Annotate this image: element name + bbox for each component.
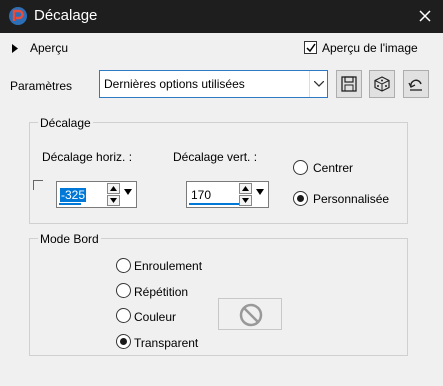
save-icon [341, 76, 357, 92]
horiz-offset-decrease-button[interactable] [107, 195, 120, 206]
custom-radio[interactable] [293, 191, 308, 206]
preview-toggle-label: Aperçu [30, 41, 69, 55]
vert-offset-spin-buttons [238, 182, 268, 207]
horiz-offset-underline [59, 203, 81, 205]
small-checkbox[interactable] [33, 180, 43, 190]
center-radio[interactable] [293, 160, 308, 175]
checkmark-icon [306, 43, 316, 53]
horiz-offset-value[interactable]: -325 [60, 188, 87, 202]
vert-offset-decrease-button[interactable] [239, 195, 252, 206]
radio-repetition[interactable] [116, 283, 131, 298]
arrow-down-icon [110, 198, 117, 203]
close-button[interactable] [407, 0, 443, 33]
radio-transparent-dot [120, 338, 127, 345]
arrow-up-icon [242, 186, 249, 191]
horiz-offset-spinner[interactable]: -325 [56, 181, 137, 208]
vert-offset-spinner[interactable]: 170 [186, 181, 269, 208]
arrow-up-icon [110, 186, 117, 191]
arrow-down-icon [124, 189, 132, 195]
close-icon [419, 10, 431, 22]
triangle-right-icon [12, 44, 18, 53]
save-preset-button[interactable] [336, 70, 362, 98]
vert-offset-value[interactable]: 170 [190, 188, 212, 202]
custom-radio-label: Personnalisée [313, 192, 390, 206]
no-sign-icon [239, 303, 263, 327]
arrow-down-icon [242, 198, 249, 203]
horiz-offset-spin-buttons [106, 182, 136, 207]
color-swatch-disabled[interactable] [218, 298, 282, 330]
window-title: Décalage [34, 7, 98, 24]
radio-enroulement[interactable] [116, 258, 131, 273]
center-radio-label: Centrer [313, 161, 354, 175]
radio-couleur[interactable] [116, 308, 131, 323]
params-label: Paramètres [10, 79, 73, 93]
preset-dropdown[interactable]: Dernières options utilisées [99, 70, 328, 98]
vert-offset-underline [189, 203, 239, 205]
preset-value: Dernières options utilisées [104, 77, 245, 91]
reset-preset-button[interactable] [403, 70, 429, 98]
image-preview-checkbox[interactable] [304, 41, 317, 54]
radio-transparent[interactable] [116, 334, 131, 349]
radio-repetition-label: Répétition [134, 285, 189, 299]
edge-mode-group-title: Mode Bord [38, 232, 101, 246]
vert-offset-increase-button[interactable] [239, 183, 252, 194]
reset-icon [408, 79, 422, 91]
dice-icon [374, 76, 390, 92]
chevron-down-icon [314, 81, 324, 87]
radio-enroulement-label: Enroulement [134, 259, 203, 273]
preview-toggle[interactable]: Aperçu [10, 40, 80, 58]
title-bar: Décalage [0, 0, 443, 33]
random-preset-button[interactable] [369, 70, 395, 98]
preset-dropdown-arrow[interactable] [309, 71, 327, 97]
custom-radio-dot [297, 195, 304, 202]
vert-offset-label: Décalage vert. : [173, 150, 258, 164]
radio-couleur-label: Couleur [134, 310, 177, 324]
horiz-offset-dropdown[interactable] [122, 183, 134, 206]
horiz-offset-label: Décalage horiz. : [42, 150, 133, 164]
offset-group-title: Décalage [38, 116, 93, 130]
horiz-offset-increase-button[interactable] [107, 183, 120, 194]
app-logo-icon [9, 7, 27, 25]
radio-transparent-label: Transparent [134, 336, 199, 350]
vert-offset-dropdown[interactable] [254, 183, 266, 206]
image-preview-label: Aperçu de l'image [322, 41, 418, 55]
arrow-down-icon [256, 189, 264, 195]
edge-mode-group [29, 238, 408, 356]
